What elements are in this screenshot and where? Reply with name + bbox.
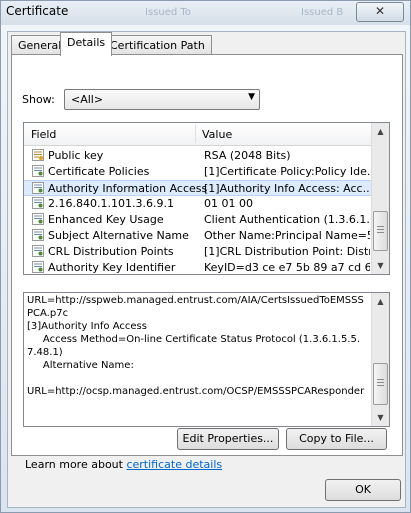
table-row[interactable]: Certificate Policies [1]Certificate Poli… [24, 164, 372, 180]
tab-certification-path[interactable]: Certification Path [103, 35, 212, 55]
field-name: Enhanced Key Usage [48, 213, 164, 226]
field-name: Authority Information Access [48, 182, 208, 195]
field-value: Other Name:Principal Name=5... [204, 229, 370, 242]
grip-line [377, 226, 384, 227]
field-value: RSA (2048 Bits) [204, 149, 291, 162]
field-value: 01 01 00 [204, 197, 253, 210]
scroll-up-button[interactable]: ▲ [372, 293, 389, 310]
detail-textbox[interactable]: URL=http://sspweb.managed.entrust.com/AI… [23, 292, 390, 427]
background-column-issued-by: Issued B [301, 7, 344, 18]
grip-line [377, 385, 384, 386]
certificate-dialog: Certificate Issued To Issued B ✕ General… [0, 0, 411, 513]
field-value: [1]Authority Info Access: Acc... [204, 182, 370, 195]
certificate-details-link[interactable]: certificate details [126, 458, 222, 471]
field-list-scrollbar[interactable]: ▲ ▼ [371, 123, 389, 274]
detail-scrollbar[interactable]: ▲ ▼ [371, 293, 389, 426]
scroll-down-button[interactable]: ▼ [372, 257, 389, 274]
show-label: Show: [22, 93, 55, 106]
window-title: Certificate [6, 4, 69, 18]
close-button[interactable]: ✕ [356, 2, 404, 22]
arrow-down-icon: ▼ [377, 413, 384, 422]
column-header-value[interactable]: Value [202, 128, 232, 141]
certificate-icon [32, 165, 44, 177]
scroll-down-button[interactable]: ▼ [372, 409, 389, 426]
table-row[interactable]: CRL Distribution Points [1]CRL Distribut… [24, 244, 372, 260]
certificate-icon [32, 182, 44, 194]
key-icon [32, 149, 44, 161]
certificate-icon [32, 245, 44, 257]
grip-line [377, 379, 384, 380]
field-value: KeyID=d3 ce e7 5b 89 a7 cd 6... [204, 261, 370, 274]
table-row[interactable]: Enhanced Key Usage Client Authentication… [24, 212, 372, 228]
scroll-thumb[interactable] [373, 211, 388, 251]
list-header: Field Value [24, 123, 372, 146]
field-value: [1]Certificate Policy:Policy Ide... [204, 165, 370, 178]
chevron-down-icon: ▼ [248, 92, 255, 102]
field-name: Authority Key Identifier [48, 261, 176, 274]
show-dropdown[interactable]: <All> ▼ [64, 89, 260, 110]
title-bar[interactable]: Certificate Issued To Issued B ✕ [1, 1, 410, 25]
tab-details[interactable]: Details [60, 32, 113, 56]
field-name: Subject Alternative Name [48, 229, 189, 242]
learn-more-text: Learn more about certificate details [25, 458, 222, 471]
arrow-up-icon: ▲ [377, 127, 384, 136]
copy-to-file-button[interactable]: Copy to File... [286, 428, 387, 450]
show-dropdown-value: <All> [71, 93, 104, 106]
table-row[interactable]: Subject Alternative Name Other Name:Prin… [24, 228, 372, 244]
grip-line [377, 382, 384, 383]
detail-text: URL=http://sspweb.managed.entrust.com/AI… [27, 295, 365, 397]
arrow-down-icon: ▼ [377, 261, 384, 270]
learn-more-prefix: Learn more about [25, 458, 127, 471]
field-name: 2.16.840.1.101.3.6.9.1 [48, 197, 174, 210]
certificate-icon [32, 229, 44, 241]
certificate-icon [32, 213, 44, 225]
column-divider[interactable] [195, 125, 196, 143]
grip-line [377, 229, 384, 230]
certificate-icon [32, 261, 44, 273]
field-name: Certificate Policies [48, 165, 150, 178]
edit-properties-button[interactable]: Edit Properties... [177, 428, 279, 450]
table-row[interactable]: 2.16.840.1.101.3.6.9.1 01 01 00 [24, 196, 372, 212]
field-value: Client Authentication (1.3.6.1.... [204, 213, 370, 226]
field-name: Public key [48, 149, 104, 162]
scroll-up-button[interactable]: ▲ [372, 123, 389, 140]
field-list[interactable]: Field Value Public key RSA (2048 Bits) C… [23, 122, 390, 275]
certificate-icon [32, 197, 44, 209]
table-row[interactable]: Public key RSA (2048 Bits) [24, 148, 372, 164]
table-row-selected[interactable]: Authority Information Access [1]Authorit… [24, 180, 372, 196]
field-name: CRL Distribution Points [48, 245, 174, 258]
close-icon: ✕ [374, 4, 386, 18]
grip-line [377, 232, 384, 233]
scroll-thumb[interactable] [373, 363, 388, 405]
arrow-up-icon: ▲ [377, 297, 384, 306]
table-row[interactable]: Authority Key Identifier KeyID=d3 ce e7 … [24, 260, 372, 274]
background-column-issued-to: Issued To [145, 7, 191, 18]
details-panel: Show: <All> ▼ Field Value Public key RSA… [11, 54, 403, 471]
ok-button[interactable]: OK [325, 479, 401, 501]
field-value: [1]CRL Distribution Point: Distr... [204, 245, 370, 258]
column-header-field[interactable]: Field [31, 128, 56, 141]
dialog-body: General Details Certification Path Show:… [7, 31, 406, 508]
